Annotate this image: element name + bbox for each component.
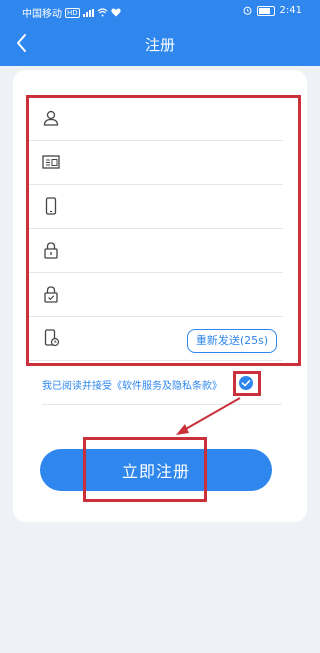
agreement-divider bbox=[42, 404, 282, 405]
signal-icon bbox=[82, 8, 94, 17]
password-input[interactable] bbox=[73, 238, 212, 262]
confirm-password-field[interactable] bbox=[27, 272, 283, 317]
sms-code-icon bbox=[44, 329, 60, 347]
username-input[interactable] bbox=[73, 106, 212, 130]
agreement-text[interactable]: 我已阅读并接受《软件服务及隐私条款》 bbox=[42, 377, 222, 392]
phone-input[interactable] bbox=[73, 194, 212, 218]
username-field[interactable] bbox=[27, 96, 283, 141]
status-left: 中国移动 HD bbox=[22, 5, 121, 20]
status-time: 2:41 bbox=[279, 5, 302, 16]
heart-icon bbox=[111, 8, 121, 17]
carrier-name: 中国移动 bbox=[22, 9, 62, 20]
agreement-checkbox-icon[interactable] bbox=[239, 376, 253, 390]
nav-bar: 注册 bbox=[0, 22, 320, 66]
phone-field[interactable] bbox=[27, 184, 283, 229]
page-title: 注册 bbox=[144, 36, 175, 54]
id-card-field[interactable] bbox=[27, 140, 283, 185]
confirm-password-input[interactable] bbox=[73, 282, 212, 306]
status-right: 2:41 bbox=[243, 5, 302, 16]
lock-icon bbox=[44, 242, 58, 259]
wifi-icon bbox=[97, 8, 108, 17]
id-card-input[interactable] bbox=[73, 150, 212, 174]
id-card-icon bbox=[42, 155, 60, 169]
battery-icon bbox=[256, 5, 275, 16]
resend-code-button[interactable]: 重新发送(25s) bbox=[187, 329, 277, 353]
status-bar: 中国移动 HD 2:41 bbox=[0, 0, 320, 22]
register-submit-button[interactable]: 立即注册 bbox=[40, 449, 272, 491]
password-field[interactable] bbox=[27, 228, 283, 273]
user-icon bbox=[43, 110, 59, 126]
alarm-icon bbox=[243, 6, 252, 15]
shield-check-icon bbox=[44, 286, 58, 303]
hd-badge: HD bbox=[65, 7, 80, 18]
sms-code-input[interactable] bbox=[73, 326, 197, 350]
phone-icon bbox=[45, 197, 57, 215]
